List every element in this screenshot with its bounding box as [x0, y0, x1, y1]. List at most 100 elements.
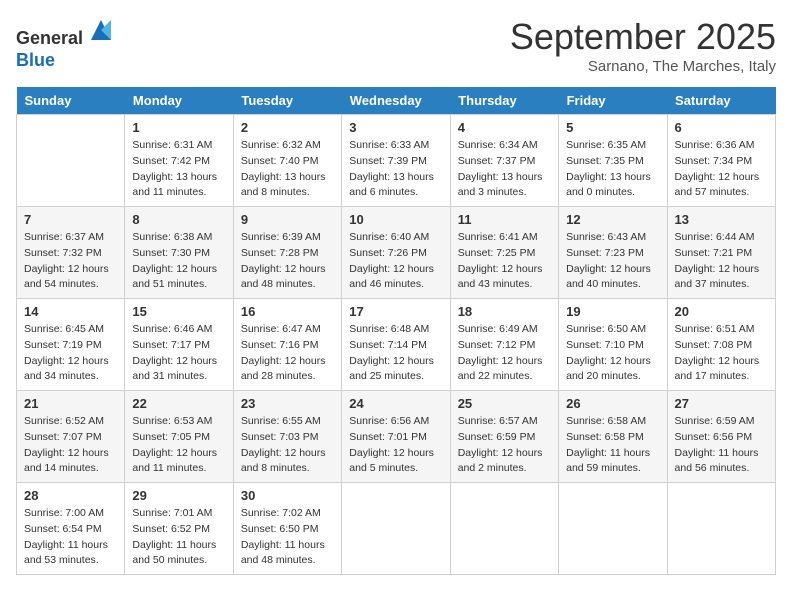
- calendar-header-sunday: Sunday: [17, 87, 125, 115]
- calendar-table: SundayMondayTuesdayWednesdayThursdayFrid…: [16, 87, 776, 575]
- day-detail: Sunrise: 6:52 AMSunset: 7:07 PMDaylight:…: [24, 414, 117, 477]
- day-detail: Sunrise: 6:32 AMSunset: 7:40 PMDaylight:…: [241, 138, 334, 201]
- day-detail: Sunrise: 6:55 AMSunset: 7:03 PMDaylight:…: [241, 414, 334, 477]
- day-detail: Sunrise: 7:02 AMSunset: 6:50 PMDaylight:…: [241, 506, 334, 569]
- calendar-cell: 18Sunrise: 6:49 AMSunset: 7:12 PMDayligh…: [450, 299, 558, 391]
- calendar-cell: 4Sunrise: 6:34 AMSunset: 7:37 PMDaylight…: [450, 115, 558, 207]
- day-detail: Sunrise: 6:58 AMSunset: 6:58 PMDaylight:…: [566, 414, 659, 477]
- day-detail: Sunrise: 6:56 AMSunset: 7:01 PMDaylight:…: [349, 414, 442, 477]
- day-number: 12: [566, 212, 659, 227]
- day-detail: Sunrise: 6:44 AMSunset: 7:21 PMDaylight:…: [675, 230, 768, 293]
- day-number: 16: [241, 304, 334, 319]
- calendar-cell: [559, 483, 667, 575]
- calendar-cell: [450, 483, 558, 575]
- day-detail: Sunrise: 7:00 AMSunset: 6:54 PMDaylight:…: [24, 506, 117, 569]
- calendar-week-4: 21Sunrise: 6:52 AMSunset: 7:07 PMDayligh…: [17, 391, 776, 483]
- calendar-header-wednesday: Wednesday: [342, 87, 450, 115]
- calendar-cell: 12 Sunrise: 6:43 AMSunset: 7:23 PMDayligh…: [559, 207, 667, 299]
- day-detail: Sunrise: 6:36 AMSunset: 7:34 PMDaylight:…: [675, 138, 768, 201]
- logo: General Blue: [16, 16, 115, 71]
- day-detail: Sunrise: 6:43 AMSunset: 7:23 PMDaylight:…: [566, 230, 659, 293]
- day-detail: Sunrise: 6:47 AMSunset: 7:16 PMDaylight:…: [241, 322, 334, 385]
- day-detail: Sunrise: 6:38 AMSunset: 7:30 PMDaylight:…: [132, 230, 225, 293]
- day-detail: Sunrise: 6:35 AMSunset: 7:35 PMDaylight:…: [566, 138, 659, 201]
- day-detail: Sunrise: 6:53 AMSunset: 7:05 PMDaylight:…: [132, 414, 225, 477]
- day-number: 9: [241, 212, 334, 227]
- calendar-week-3: 14 Sunrise: 6:45 AMSunset: 7:19 PMDayligh…: [17, 299, 776, 391]
- calendar-cell: 11Sunrise: 6:41 AMSunset: 7:25 PMDayligh…: [450, 207, 558, 299]
- calendar-cell: 27 Sunrise: 6:59 AMSunset: 6:56 PMDayligh…: [667, 391, 775, 483]
- calendar-cell: 25 Sunrise: 6:57 AMSunset: 6:59 PMDayligh…: [450, 391, 558, 483]
- day-detail: Sunrise: 6:40 AMSunset: 7:26 PMDaylight:…: [349, 230, 442, 293]
- day-detail: Sunrise: 6:57 AMSunset: 6:59 PMDaylight:…: [458, 414, 551, 477]
- calendar-header-tuesday: Tuesday: [233, 87, 341, 115]
- day-detail: Sunrise: 6:59 AMSunset: 6:56 PMDaylight:…: [675, 414, 768, 477]
- day-detail: Sunrise: 6:33 AMSunset: 7:39 PMDaylight:…: [349, 138, 442, 201]
- logo-general: General: [16, 28, 83, 48]
- calendar-week-2: 7 Sunrise: 6:37 AMSunset: 7:32 PMDaylight…: [17, 207, 776, 299]
- calendar-week-5: 28 Sunrise: 7:00 AMSunset: 6:54 PMDayligh…: [17, 483, 776, 575]
- calendar-cell: [667, 483, 775, 575]
- calendar-cell: 15 Sunrise: 6:46 AMSunset: 7:17 PMDayligh…: [125, 299, 233, 391]
- day-number: 13: [675, 212, 768, 227]
- calendar-header-thursday: Thursday: [450, 87, 558, 115]
- calendar-cell: 7 Sunrise: 6:37 AMSunset: 7:32 PMDaylight…: [17, 207, 125, 299]
- calendar-cell: 16 Sunrise: 6:47 AMSunset: 7:16 PMDayligh…: [233, 299, 341, 391]
- calendar-cell: 17Sunrise: 6:48 AMSunset: 7:14 PMDayligh…: [342, 299, 450, 391]
- logo-text: General Blue: [16, 16, 115, 71]
- day-number: 28: [24, 488, 117, 503]
- calendar-cell: 23 Sunrise: 6:55 AMSunset: 7:03 PMDayligh…: [233, 391, 341, 483]
- day-number: 15: [132, 304, 225, 319]
- month-title: September 2025: [510, 16, 776, 58]
- calendar-header-saturday: Saturday: [667, 87, 775, 115]
- day-detail: Sunrise: 7:01 AMSunset: 6:52 PMDaylight:…: [132, 506, 225, 569]
- subtitle: Sarnano, The Marches, Italy: [510, 58, 776, 75]
- day-number: 2: [241, 120, 334, 135]
- day-detail: Sunrise: 6:34 AMSunset: 7:37 PMDaylight:…: [458, 138, 551, 201]
- calendar-cell: 28 Sunrise: 7:00 AMSunset: 6:54 PMDayligh…: [17, 483, 125, 575]
- day-number: 27: [675, 396, 768, 411]
- day-number: 7: [24, 212, 117, 227]
- day-detail: Sunrise: 6:39 AMSunset: 7:28 PMDaylight:…: [241, 230, 334, 293]
- calendar-cell: 24 Sunrise: 6:56 AMSunset: 7:01 PMDayligh…: [342, 391, 450, 483]
- logo-icon: [87, 16, 115, 44]
- title-block: September 2025 Sarnano, The Marches, Ita…: [510, 16, 776, 75]
- day-number: 29: [132, 488, 225, 503]
- calendar-cell: 20 Sunrise: 6:51 AMSunset: 7:08 PMDayligh…: [667, 299, 775, 391]
- day-number: 5: [566, 120, 659, 135]
- logo-blue: Blue: [16, 50, 55, 70]
- day-number: 18: [458, 304, 551, 319]
- day-number: 1: [132, 120, 225, 135]
- calendar-cell: 2 Sunrise: 6:32 AMSunset: 7:40 PMDaylight…: [233, 115, 341, 207]
- day-number: 20: [675, 304, 768, 319]
- calendar-cell: 30 Sunrise: 7:02 AMSunset: 6:50 PMDayligh…: [233, 483, 341, 575]
- day-number: 30: [241, 488, 334, 503]
- day-detail: Sunrise: 6:41 AMSunset: 7:25 PMDaylight:…: [458, 230, 551, 293]
- day-detail: Sunrise: 6:48 AMSunset: 7:14 PMDaylight:…: [349, 322, 442, 385]
- day-number: 24: [349, 396, 442, 411]
- page-header: General Blue September 2025 Sarnano, The…: [16, 16, 776, 75]
- calendar-week-1: 1Sunrise: 6:31 AMSunset: 7:42 PMDaylight…: [17, 115, 776, 207]
- day-number: 23: [241, 396, 334, 411]
- day-detail: Sunrise: 6:46 AMSunset: 7:17 PMDaylight:…: [132, 322, 225, 385]
- day-number: 14: [24, 304, 117, 319]
- calendar-header-monday: Monday: [125, 87, 233, 115]
- calendar-cell: [17, 115, 125, 207]
- calendar-cell: 10 Sunrise: 6:40 AMSunset: 7:26 PMDayligh…: [342, 207, 450, 299]
- day-detail: Sunrise: 6:51 AMSunset: 7:08 PMDaylight:…: [675, 322, 768, 385]
- day-detail: Sunrise: 6:50 AMSunset: 7:10 PMDaylight:…: [566, 322, 659, 385]
- day-number: 26: [566, 396, 659, 411]
- calendar-cell: 22Sunrise: 6:53 AMSunset: 7:05 PMDayligh…: [125, 391, 233, 483]
- day-detail: Sunrise: 6:45 AMSunset: 7:19 PMDaylight:…: [24, 322, 117, 385]
- calendar-cell: 9 Sunrise: 6:39 AMSunset: 7:28 PMDaylight…: [233, 207, 341, 299]
- day-number: 10: [349, 212, 442, 227]
- calendar-body: 1Sunrise: 6:31 AMSunset: 7:42 PMDaylight…: [17, 115, 776, 575]
- calendar-cell: 29 Sunrise: 7:01 AMSunset: 6:52 PMDayligh…: [125, 483, 233, 575]
- calendar-cell: 21Sunrise: 6:52 AMSunset: 7:07 PMDayligh…: [17, 391, 125, 483]
- day-number: 19: [566, 304, 659, 319]
- day-detail: Sunrise: 6:37 AMSunset: 7:32 PMDaylight:…: [24, 230, 117, 293]
- day-number: 3: [349, 120, 442, 135]
- day-number: 25: [458, 396, 551, 411]
- day-number: 8: [132, 212, 225, 227]
- calendar-cell: 13 Sunrise: 6:44 AMSunset: 7:21 PMDayligh…: [667, 207, 775, 299]
